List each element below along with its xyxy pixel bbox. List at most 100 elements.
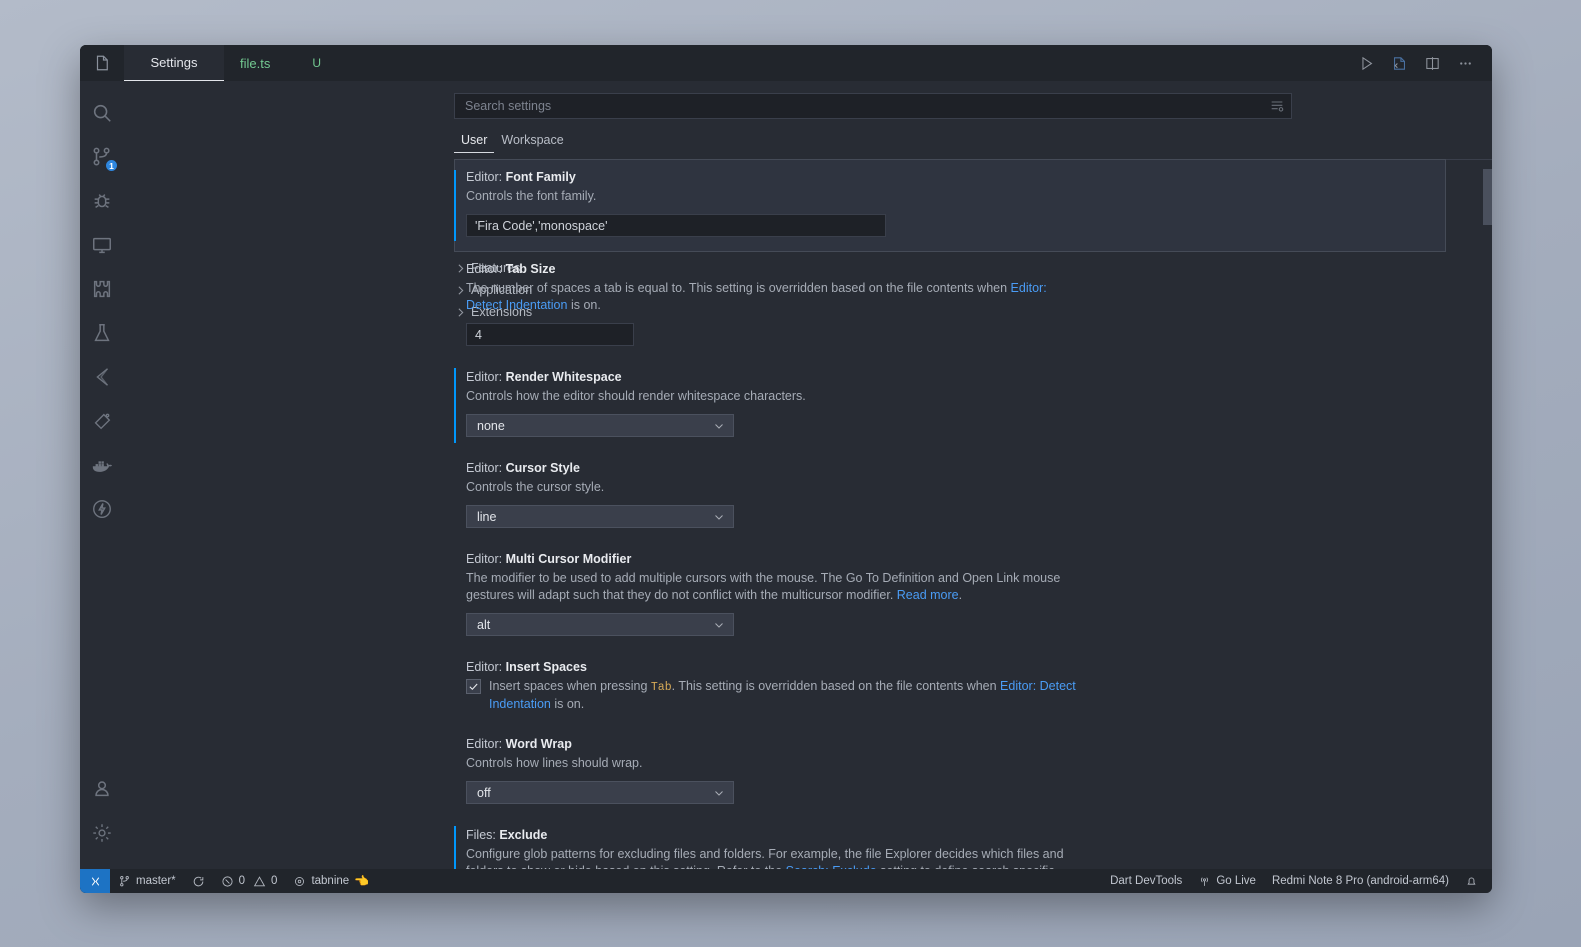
settings-header: User Workspace bbox=[124, 81, 1492, 153]
extensions-icon bbox=[91, 278, 113, 300]
status-notifications[interactable] bbox=[1457, 869, 1492, 893]
word-wrap-value: off bbox=[477, 786, 491, 800]
desc-link-search-exclude[interactable]: Search: Exclude bbox=[786, 864, 877, 869]
checkmark-icon bbox=[468, 681, 479, 692]
setting-title: Files: Exclude bbox=[466, 828, 1446, 842]
setting-name: Cursor Style bbox=[506, 461, 580, 475]
setting-category: Editor: bbox=[466, 737, 502, 751]
activity-source-control[interactable]: 1 bbox=[80, 135, 124, 179]
setting-description: Configure glob patterns for excluding fi… bbox=[466, 846, 1086, 869]
activity-flutter[interactable] bbox=[80, 355, 124, 399]
settings-toc: Commonly Used Text Editor Workbench bbox=[124, 159, 454, 869]
desc-link-read-more[interactable]: Read more bbox=[897, 588, 959, 602]
activity-accounts[interactable] bbox=[80, 767, 124, 811]
tabnine-label: tabnine bbox=[311, 875, 349, 887]
bell-icon bbox=[1465, 875, 1478, 888]
render-whitespace-select[interactable]: none bbox=[466, 414, 734, 437]
status-sync-changes[interactable] bbox=[184, 869, 213, 893]
status-go-live[interactable]: Go Live bbox=[1190, 869, 1264, 893]
filter-settings-icon[interactable] bbox=[1269, 98, 1285, 114]
status-device-selector[interactable]: Redmi Note 8 Pro (android-arm64) bbox=[1264, 869, 1457, 893]
setting-title: Editor: Word Wrap bbox=[466, 737, 1446, 751]
tab-workspace-label: Workspace bbox=[501, 133, 563, 147]
broadcast-icon bbox=[1198, 875, 1211, 888]
desc-text: . This setting is overridden based on th… bbox=[672, 679, 1000, 693]
setting-name: Font Family bbox=[506, 170, 576, 184]
play-icon[interactable] bbox=[1358, 55, 1375, 72]
settings-list: Editor: Font Family Controls the font fa… bbox=[454, 159, 1492, 869]
status-dart-devtools[interactable]: Dart DevTools bbox=[1102, 869, 1190, 893]
activity-manage-settings[interactable] bbox=[80, 811, 124, 855]
tab-size-input[interactable]: 4 bbox=[466, 323, 634, 346]
setting-editor-insert-spaces[interactable]: Editor: Insert Spaces Insert spaces when… bbox=[454, 650, 1446, 727]
ellipsis-icon[interactable] bbox=[1457, 55, 1474, 72]
settings-split: Commonly Used Text Editor Workbench bbox=[124, 159, 1492, 869]
remote-icon bbox=[89, 875, 102, 888]
status-bar: master* 0 0 tabnine 👈 Dart DevTools Go L… bbox=[80, 869, 1492, 893]
go-live-label: Go Live bbox=[1216, 875, 1256, 887]
desc-text: The number of spaces a tab is equal to. … bbox=[466, 281, 1011, 295]
warning-count: 0 bbox=[271, 875, 277, 887]
setting-category: Editor: bbox=[466, 262, 502, 276]
open-preview-icon[interactable] bbox=[1391, 55, 1408, 72]
activity-dart[interactable] bbox=[80, 399, 124, 443]
dart-icon bbox=[91, 410, 113, 432]
setting-files-exclude[interactable]: Files: Exclude Configure glob patterns f… bbox=[454, 818, 1446, 869]
setting-editor-tab-size[interactable]: Editor: Tab Size The number of spaces a … bbox=[454, 252, 1446, 360]
setting-description: The modifier to be used to add multiple … bbox=[466, 570, 1086, 604]
tab-settings[interactable]: Settings bbox=[124, 45, 224, 81]
pointing-hand-emoji: 👈 bbox=[354, 874, 369, 888]
dart-devtools-label: Dart DevTools bbox=[1110, 875, 1182, 887]
cursor-style-value: line bbox=[477, 510, 496, 524]
setting-name: Word Wrap bbox=[506, 737, 572, 751]
settings-scrollbar[interactable] bbox=[1483, 169, 1492, 225]
settings-list-inner: Editor: Font Family Controls the font fa… bbox=[454, 159, 1492, 869]
insert-spaces-checkbox[interactable] bbox=[466, 679, 481, 694]
setting-description: Controls the font family. bbox=[466, 188, 1086, 205]
activity-thunder-client[interactable] bbox=[80, 487, 124, 531]
desktop-background: Settings file.ts U 1 bbox=[0, 0, 1581, 947]
editor-actions bbox=[1340, 45, 1492, 81]
setting-editor-font-family[interactable]: Editor: Font Family Controls the font fa… bbox=[454, 159, 1446, 252]
setting-description: Controls the cursor style. bbox=[466, 479, 1086, 496]
tabnine-icon bbox=[293, 875, 306, 888]
setting-editor-cursor-style[interactable]: Editor: Cursor Style Controls the cursor… bbox=[454, 451, 1446, 542]
tab-file-label: file.ts bbox=[240, 56, 270, 71]
status-remote-indicator[interactable] bbox=[80, 869, 110, 893]
chevron-down-icon bbox=[713, 619, 725, 631]
multi-cursor-modifier-select[interactable]: alt bbox=[466, 613, 734, 636]
tab-user[interactable]: User bbox=[454, 129, 494, 153]
tab-file-ts[interactable]: file.ts U bbox=[224, 45, 345, 81]
setting-category: Editor: bbox=[466, 552, 502, 566]
status-problems[interactable]: 0 0 bbox=[213, 869, 286, 893]
device-label: Redmi Note 8 Pro (android-arm64) bbox=[1272, 875, 1449, 887]
setting-category: Editor: bbox=[466, 660, 502, 674]
setting-editor-multi-cursor-modifier[interactable]: Editor: Multi Cursor Modifier The modifi… bbox=[454, 542, 1446, 650]
activity-run-and-debug[interactable] bbox=[80, 179, 124, 223]
account-icon bbox=[91, 778, 113, 800]
activity-remote-explorer[interactable] bbox=[80, 223, 124, 267]
setting-editor-word-wrap[interactable]: Editor: Word Wrap Controls how lines sho… bbox=[454, 727, 1446, 818]
status-git-branch[interactable]: master* bbox=[110, 869, 184, 893]
tab-workspace[interactable]: Workspace bbox=[494, 129, 570, 153]
font-family-input[interactable]: 'Fira Code','monospace' bbox=[466, 214, 886, 237]
activity-extensions[interactable] bbox=[80, 267, 124, 311]
activity-testing[interactable] bbox=[80, 311, 124, 355]
setting-category: Files: bbox=[466, 828, 496, 842]
file-type-icon bbox=[80, 45, 124, 81]
activity-search[interactable] bbox=[80, 91, 124, 135]
branch-icon bbox=[118, 875, 131, 888]
chevron-down-icon bbox=[713, 787, 725, 799]
multi-cursor-modifier-value: alt bbox=[477, 618, 490, 632]
split-editor-icon[interactable] bbox=[1424, 55, 1441, 72]
search-input[interactable] bbox=[465, 99, 1269, 113]
search-settings-box[interactable] bbox=[454, 93, 1292, 119]
setting-title: Editor: Cursor Style bbox=[466, 461, 1446, 475]
activity-docker[interactable] bbox=[80, 443, 124, 487]
setting-editor-render-whitespace[interactable]: Editor: Render Whitespace Controls how t… bbox=[454, 360, 1446, 451]
setting-description: Insert spaces when pressing Tab. This se… bbox=[489, 678, 1109, 713]
cursor-style-select[interactable]: line bbox=[466, 505, 734, 528]
status-tabnine[interactable]: tabnine 👈 bbox=[285, 869, 377, 893]
word-wrap-select[interactable]: off bbox=[466, 781, 734, 804]
setting-title: Editor: Font Family bbox=[466, 170, 1445, 184]
